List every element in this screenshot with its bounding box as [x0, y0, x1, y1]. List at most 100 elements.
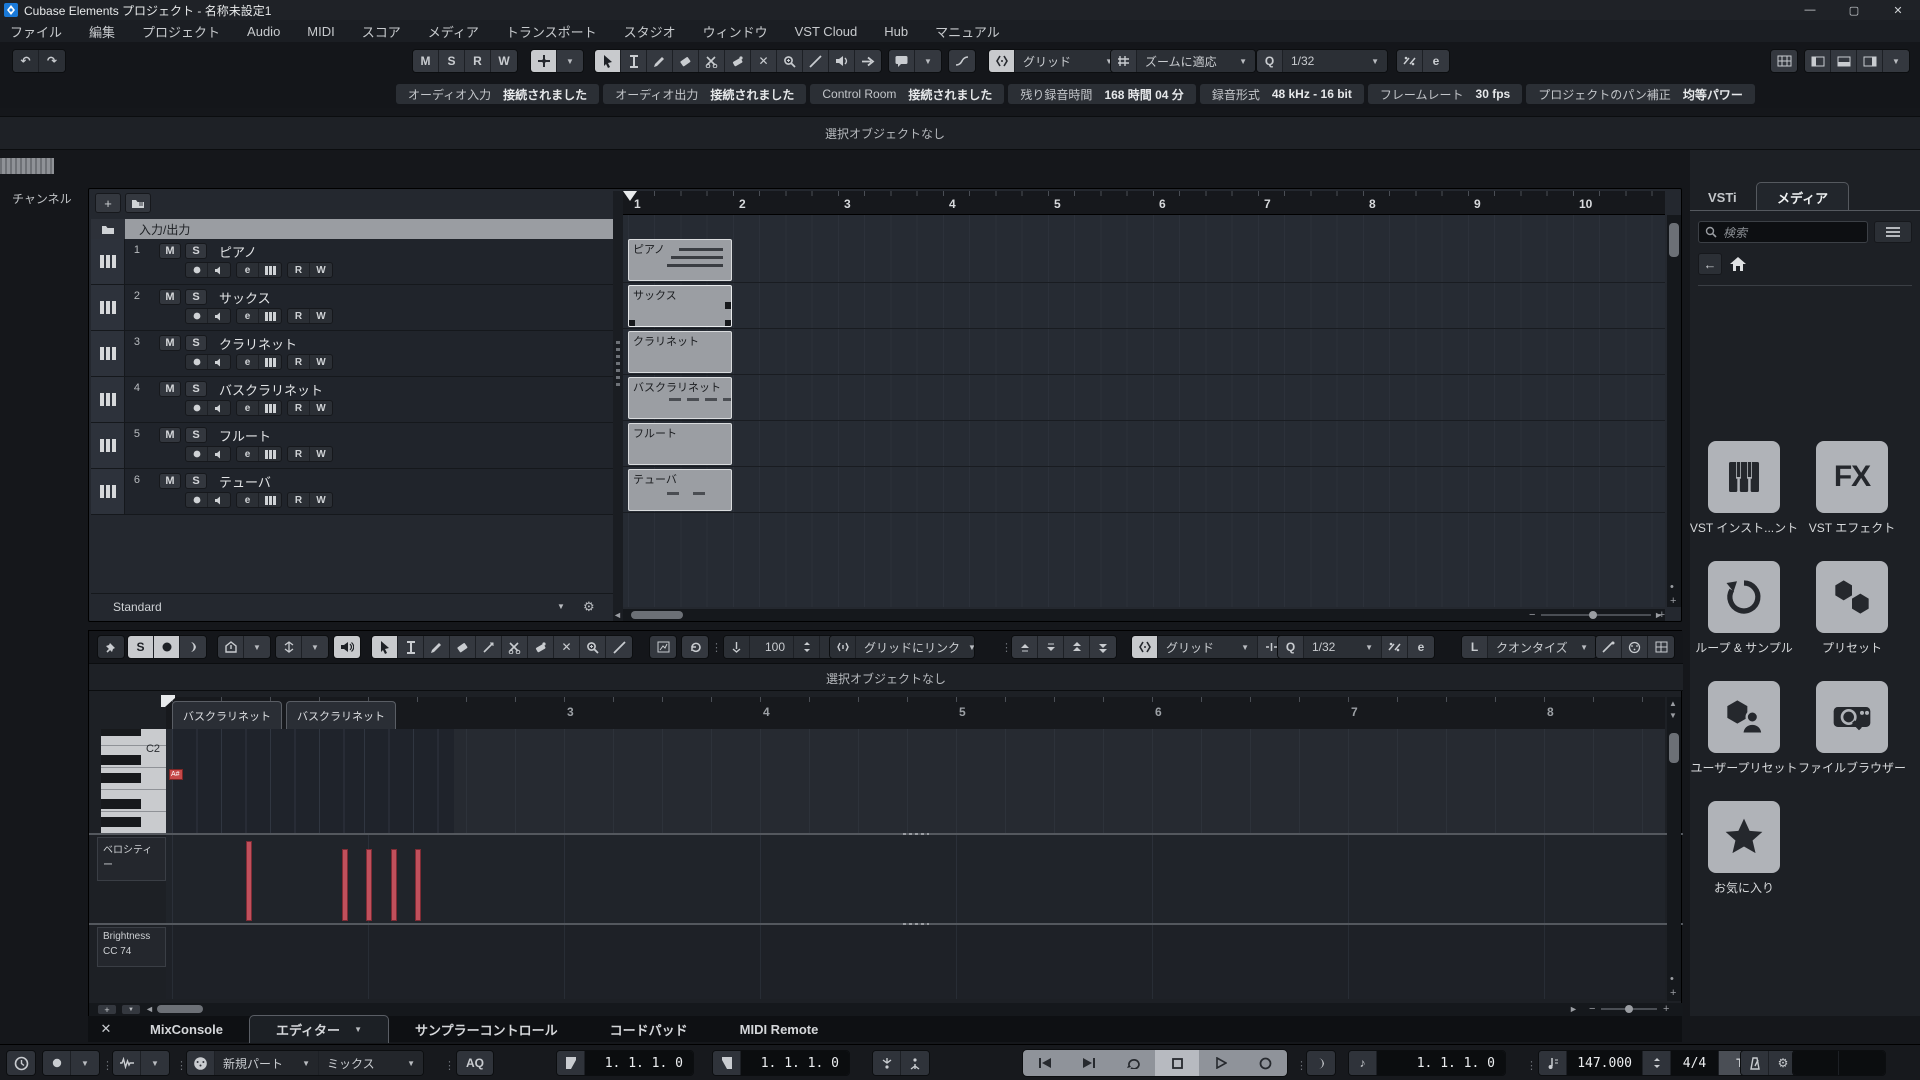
track-solo-button[interactable]: S: [185, 427, 207, 443]
track-write-button[interactable]: W: [310, 493, 332, 507]
zoom-tool[interactable]: [777, 50, 803, 72]
note-expression-dropdown[interactable]: [244, 636, 270, 658]
velocity-value[interactable]: 100: [750, 636, 794, 658]
event-track-lane[interactable]: バスクラリネット: [623, 375, 1665, 421]
vzoom-plus[interactable]: +: [1670, 595, 1676, 607]
track-record-enable-button[interactable]: [186, 493, 208, 507]
search-input[interactable]: 検索: [1698, 221, 1868, 243]
clip-resize-handle[interactable]: [725, 320, 732, 327]
menu-item[interactable]: マニュアル: [935, 22, 1000, 41]
cc-lane[interactable]: [166, 925, 1665, 999]
editor-setup-icon[interactable]: [1648, 636, 1674, 658]
menu-item[interactable]: ファイル: [10, 22, 62, 41]
track-record-enable-button[interactable]: [186, 263, 208, 277]
track-write-button[interactable]: W: [310, 309, 332, 323]
mixer-view-icon[interactable]: [1771, 50, 1797, 72]
editor-trim-tool[interactable]: [476, 636, 502, 658]
grid-type-dropdown[interactable]: ズームに適応: [1137, 50, 1255, 72]
editor-snap-type-dropdown[interactable]: グリッド: [1158, 636, 1258, 658]
global-r-button[interactable]: R: [465, 50, 491, 72]
left-locator-display[interactable]: 1. 1. 1. 0: [585, 1051, 693, 1075]
editor-pencil-tool[interactable]: [424, 636, 450, 658]
track-read-button[interactable]: R: [288, 493, 310, 507]
media-tile-fx[interactable]: FX: [1816, 441, 1888, 513]
quantize-preset-dropdown[interactable]: クオンタイズ: [1488, 636, 1596, 658]
info-chip[interactable]: フレームレート30 fps: [1368, 84, 1522, 104]
midi-clip[interactable]: バスクラリネット: [628, 377, 732, 419]
editor-vertical-scrollbar[interactable]: ▲ ▼ • +: [1667, 697, 1681, 1001]
midi-clip[interactable]: フルート: [628, 423, 732, 465]
track-edit-channel-button[interactable]: e: [237, 355, 259, 369]
time-signature-display[interactable]: 4/4: [1671, 1051, 1719, 1075]
midi-note[interactable]: A#: [169, 769, 183, 780]
project-playhead-flag[interactable]: [623, 191, 637, 201]
stop-button[interactable]: [1155, 1050, 1199, 1076]
track-edit-channel-button[interactable]: e: [237, 263, 259, 277]
track-monitor-button[interactable]: [208, 493, 230, 507]
menu-item[interactable]: MIDI: [307, 24, 334, 39]
track-monitor-button[interactable]: [208, 447, 230, 461]
midi-clip[interactable]: サックス: [628, 285, 732, 327]
midi-record-mix-dropdown[interactable]: ミックス: [319, 1051, 423, 1075]
editor-range-tool[interactable]: [398, 636, 424, 658]
scroll-left-arrow[interactable]: ◄: [613, 610, 622, 620]
acoustic-feedback-button[interactable]: [180, 636, 206, 658]
track-record-enable-button[interactable]: [186, 401, 208, 415]
add-track-button[interactable]: +: [95, 193, 121, 213]
lane-dropdown[interactable]: [121, 1004, 141, 1015]
left-locator-flag-icon[interactable]: [557, 1051, 585, 1075]
link-grid-dropdown[interactable]: グリッドにリンク: [856, 636, 974, 658]
position-display[interactable]: 1. 1. 1. 0: [1377, 1051, 1505, 1075]
grid-type-icon[interactable]: [1111, 50, 1137, 72]
step-input-icon[interactable]: [1596, 636, 1622, 658]
layout-right-zone-icon[interactable]: [1857, 50, 1883, 72]
editor-line-tool[interactable]: [606, 636, 632, 658]
info-chip[interactable]: オーディオ入力接続されました: [396, 84, 599, 104]
track-solo-button[interactable]: S: [185, 381, 207, 397]
editor-scroll-right[interactable]: ►: [1569, 1004, 1578, 1014]
velocity-bar[interactable]: [366, 849, 372, 921]
track-row[interactable]: 4MSバスクラリネットeRW: [91, 377, 613, 423]
move-up-icon[interactable]: [1012, 636, 1038, 658]
glue-tool[interactable]: [725, 50, 751, 72]
maximize-button[interactable]: ▢: [1832, 0, 1876, 20]
pencil-tool[interactable]: [647, 50, 673, 72]
editor-zoom-tool[interactable]: [580, 636, 606, 658]
velocity-bar[interactable]: [415, 849, 421, 921]
left-zone-handle[interactable]: [0, 158, 54, 174]
menu-item[interactable]: メディア: [428, 22, 479, 41]
pin-editor-button[interactable]: [98, 636, 124, 658]
quantize-edit-button[interactable]: e: [1423, 50, 1449, 72]
track-solo-button[interactable]: S: [185, 335, 207, 351]
bottom-tab-コードパッド[interactable]: コードパッド: [584, 1016, 714, 1043]
velocity-note-icon[interactable]: [724, 636, 750, 658]
track-monitor-button[interactable]: [208, 309, 230, 323]
track-row[interactable]: 5MSフルートeRW: [91, 423, 613, 469]
track-read-button[interactable]: R: [288, 309, 310, 323]
track-edit-channel-button[interactable]: e: [237, 401, 259, 415]
tab-media[interactable]: メディア: [1756, 182, 1849, 212]
midi-clip[interactable]: クラリネット: [628, 331, 732, 373]
track-mute-button[interactable]: M: [159, 289, 181, 305]
track-mute-button[interactable]: M: [159, 381, 181, 397]
info-chip[interactable]: Control Room接続されました: [810, 84, 1004, 104]
track-row[interactable]: 1MSピアノeRW: [91, 239, 613, 285]
track-record-enable-button[interactable]: [186, 309, 208, 323]
punch-in-icon[interactable]: [873, 1051, 901, 1075]
quantize-dropdown[interactable]: 1/32: [1283, 50, 1387, 72]
add-lane-button[interactable]: +: [97, 1004, 117, 1015]
editor-hscroll-thumb[interactable]: [157, 1005, 203, 1013]
media-tile-loop[interactable]: [1708, 561, 1780, 633]
range-select-tool[interactable]: [621, 50, 647, 72]
track-row[interactable]: 6MSテューバeRW: [91, 469, 613, 515]
right-locator-flag-icon[interactable]: [713, 1051, 741, 1075]
info-chip[interactable]: プロジェクトのパン補正均等パワー: [1526, 84, 1755, 104]
midi-input-icon[interactable]: [1622, 636, 1648, 658]
track-write-button[interactable]: W: [310, 263, 332, 277]
tempo-track-icon[interactable]: [1539, 1051, 1567, 1075]
clip-resize-handle[interactable]: [628, 320, 635, 327]
editor-vzoom-plus[interactable]: +: [1670, 987, 1676, 999]
editor-record-button[interactable]: [154, 636, 180, 658]
go-to-start-button[interactable]: [1023, 1050, 1067, 1076]
info-chip[interactable]: 残り録音時間168 時間 04 分: [1008, 84, 1195, 104]
